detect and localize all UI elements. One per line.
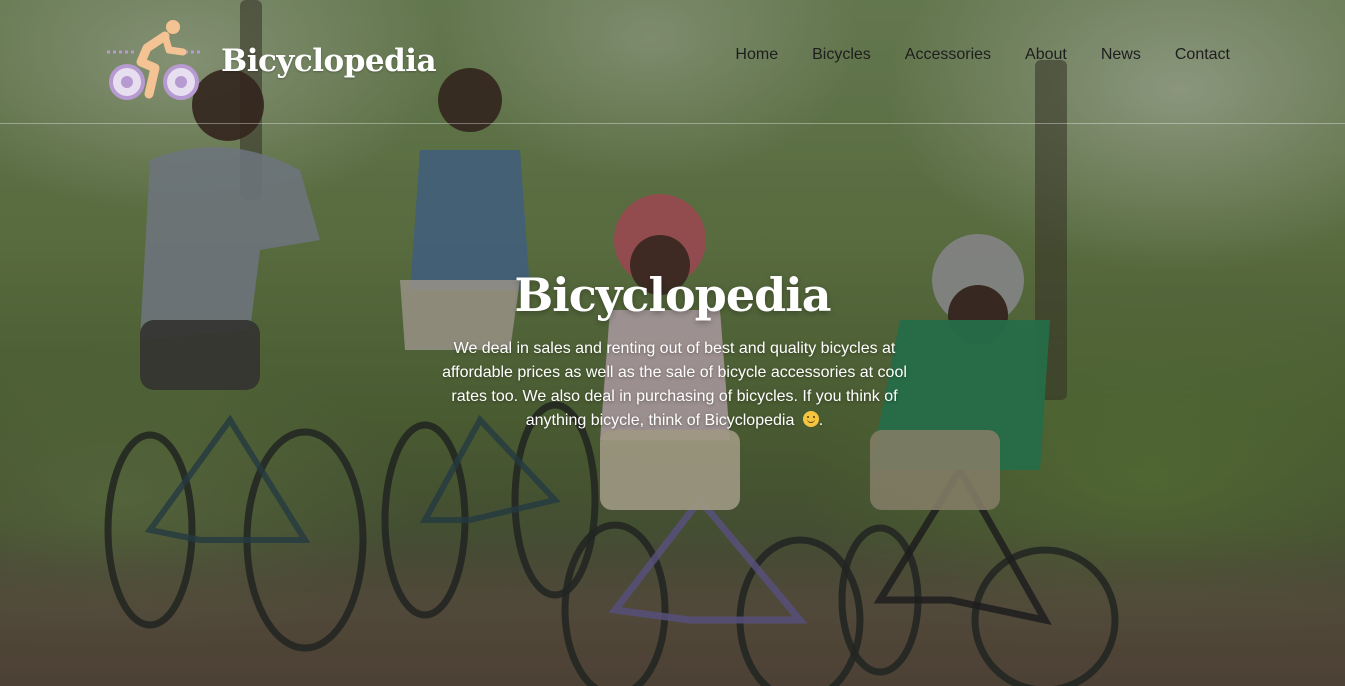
- main-nav: Home Bicycles Accessories About News Con…: [735, 46, 1230, 64]
- site-header: Bicyclopedia Home Bicycles Accessories A…: [0, 0, 1345, 124]
- hero-description-end: .: [818, 412, 824, 429]
- hero-description: We deal in sales and renting out of best…: [432, 337, 917, 433]
- hero-title: Bicyclopedia: [514, 268, 831, 322]
- nav-item-bicycles[interactable]: Bicycles: [812, 46, 871, 64]
- nav-item-news[interactable]: News: [1101, 46, 1141, 64]
- nav-item-home[interactable]: Home: [735, 46, 778, 64]
- brand-home-link[interactable]: Bicyclopedia: [105, 18, 437, 104]
- smiley-face-icon: [802, 411, 819, 427]
- hero-description-text: We deal in sales and renting out of best…: [442, 340, 907, 429]
- nav-item-contact[interactable]: Contact: [1175, 46, 1230, 64]
- nav-item-about[interactable]: About: [1025, 46, 1067, 64]
- nav-item-accessories[interactable]: Accessories: [905, 46, 991, 64]
- brand-name: Bicyclopedia: [221, 43, 437, 79]
- cyclist-icon: [107, 20, 201, 100]
